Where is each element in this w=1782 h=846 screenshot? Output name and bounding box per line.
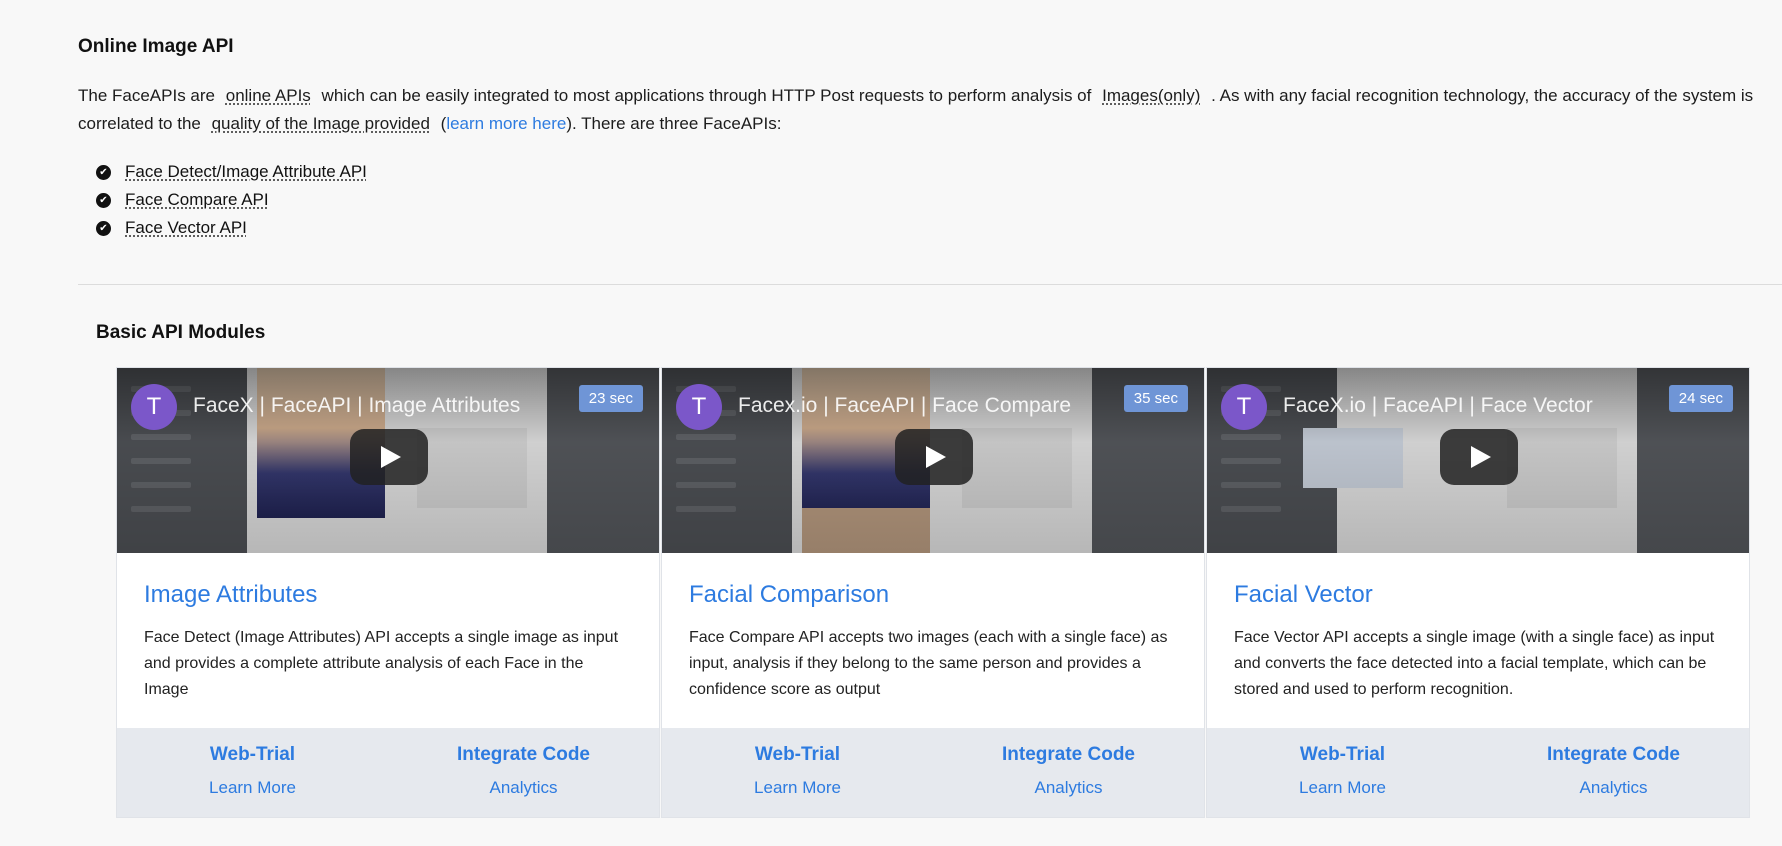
card-footer: Web-Trial Learn More Integrate Code Anal… xyxy=(662,728,1204,817)
module-card-image-attributes: T FaceX | FaceAPI | Image Attributes 23 … xyxy=(116,367,660,818)
term-image-quality[interactable]: quality of the Image provided xyxy=(212,114,430,133)
check-circle-icon: ✔ xyxy=(96,192,111,208)
card-body: Facial Vector Face Vector API accepts a … xyxy=(1207,553,1749,728)
card-title[interactable]: Facial Comparison xyxy=(689,581,1177,609)
card-footer: Web-Trial Learn More Integrate Code Anal… xyxy=(117,728,659,817)
intro-title: Online Image API xyxy=(78,36,234,57)
check-circle-icon: ✔ xyxy=(96,164,111,180)
channel-avatar[interactable]: T xyxy=(676,384,722,430)
section-divider xyxy=(78,284,1782,285)
web-trial-link[interactable]: Web-Trial xyxy=(1300,744,1385,766)
learn-more-here-link[interactable]: learn more here xyxy=(446,114,566,133)
list-item: ✔ Face Detect/Image Attribute API xyxy=(96,158,367,186)
section-title: Basic API Modules xyxy=(96,322,266,343)
card-description: Face Vector API accepts a single image (… xyxy=(1234,629,1715,698)
api-link-face-vector[interactable]: Face Vector API xyxy=(125,218,247,238)
analytics-link[interactable]: Analytics xyxy=(1579,778,1647,798)
term-images-only[interactable]: Images(only) xyxy=(1102,86,1200,105)
list-item: ✔ Face Compare API xyxy=(96,186,367,214)
learn-more-link[interactable]: Learn More xyxy=(209,778,296,798)
duration-badge: 23 sec xyxy=(578,385,643,412)
card-body: Facial Comparison Face Compare API accep… xyxy=(662,553,1204,728)
integrate-code-link[interactable]: Integrate Code xyxy=(1002,744,1135,766)
play-icon[interactable] xyxy=(1440,429,1518,485)
integrate-code-link[interactable]: Integrate Code xyxy=(457,744,590,766)
module-card-facial-comparison: T Facex.io | FaceAPI | Face Compare 35 s… xyxy=(661,367,1205,818)
duration-badge: 35 sec xyxy=(1123,385,1188,412)
play-icon[interactable] xyxy=(895,429,973,485)
video-embed[interactable]: T Facex.io | FaceAPI | Face Compare 35 s… xyxy=(662,368,1204,553)
learn-more-link[interactable]: Learn More xyxy=(754,778,841,798)
card-body: Image Attributes Face Detect (Image Attr… xyxy=(117,553,659,728)
check-circle-icon: ✔ xyxy=(96,220,111,236)
card-title[interactable]: Facial Vector xyxy=(1234,581,1722,609)
api-link-face-detect[interactable]: Face Detect/Image Attribute API xyxy=(125,162,367,182)
video-title[interactable]: Facex.io | FaceAPI | Face Compare xyxy=(738,394,1071,418)
term-online-apis[interactable]: online APIs xyxy=(226,86,311,105)
channel-avatar[interactable]: T xyxy=(1221,384,1267,430)
channel-avatar[interactable]: T xyxy=(131,384,177,430)
video-title[interactable]: FaceX | FaceAPI | Image Attributes xyxy=(193,394,520,418)
video-embed[interactable]: T FaceX.io | FaceAPI | Face Vector 24 se… xyxy=(1207,368,1749,553)
card-description: Face Compare API accepts two images (eac… xyxy=(689,629,1168,698)
module-card-facial-vector: T FaceX.io | FaceAPI | Face Vector 24 se… xyxy=(1206,367,1750,818)
analytics-link[interactable]: Analytics xyxy=(1034,778,1102,798)
web-trial-link[interactable]: Web-Trial xyxy=(210,744,295,766)
web-trial-link[interactable]: Web-Trial xyxy=(755,744,840,766)
card-title[interactable]: Image Attributes xyxy=(144,581,632,609)
card-description: Face Detect (Image Attributes) API accep… xyxy=(144,629,619,698)
video-title[interactable]: FaceX.io | FaceAPI | Face Vector xyxy=(1283,394,1593,418)
learn-more-link[interactable]: Learn More xyxy=(1299,778,1386,798)
play-icon[interactable] xyxy=(350,429,428,485)
integrate-code-link[interactable]: Integrate Code xyxy=(1547,744,1680,766)
api-link-face-compare[interactable]: Face Compare API xyxy=(125,190,269,210)
list-item: ✔ Face Vector API xyxy=(96,214,367,242)
duration-badge: 24 sec xyxy=(1668,385,1733,412)
module-cards: T FaceX | FaceAPI | Image Attributes 23 … xyxy=(116,367,1750,818)
analytics-link[interactable]: Analytics xyxy=(489,778,557,798)
video-embed[interactable]: T FaceX | FaceAPI | Image Attributes 23 … xyxy=(117,368,659,553)
api-list: ✔ Face Detect/Image Attribute API ✔ Face… xyxy=(96,158,367,242)
card-footer: Web-Trial Learn More Integrate Code Anal… xyxy=(1207,728,1749,817)
intro-paragraph: The FaceAPIs are online APIs which can b… xyxy=(78,86,1754,133)
